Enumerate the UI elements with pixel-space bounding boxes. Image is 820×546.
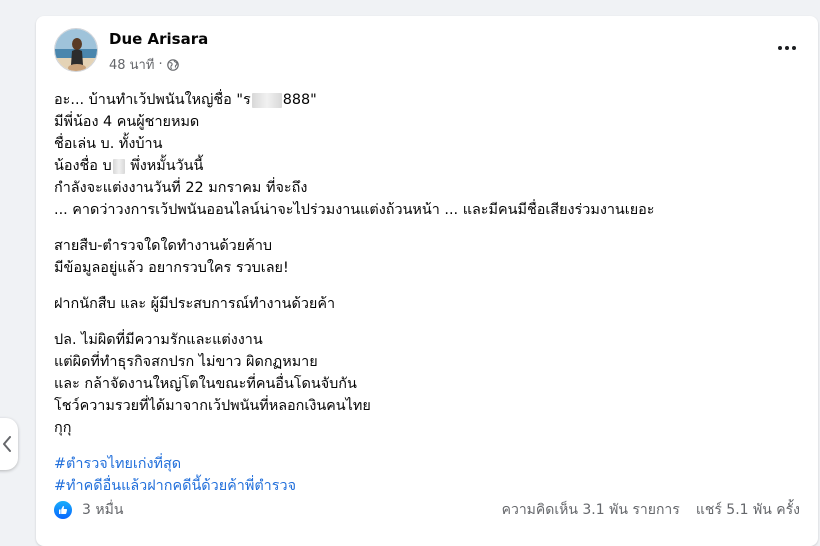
post-time[interactable]: 48 นาที: [109, 54, 154, 75]
post-card: Due Arisara 48 นาที · อะ... บ้านทำเว้ปพน…: [36, 16, 818, 546]
reaction-count[interactable]: 3 หมื่น: [82, 499, 123, 521]
chevron-left-icon: [3, 436, 11, 452]
post-line: #ทำคดีอื่นแล้วฝากคดีนี้ด้วยค้าพี่ตำรวจ: [54, 475, 804, 497]
post-text: อะ... บ้านทำเว้ปพนันใหญ่ชื่อ "ร 888" มีพี…: [54, 89, 804, 497]
post-line: มีพี่น้อง 4 คนผู้ชายหมด: [54, 114, 200, 130]
meta-separator: ·: [158, 57, 163, 72]
share-count[interactable]: แชร์ 5.1 พัน ครั้ง: [696, 499, 800, 521]
like-icon[interactable]: [54, 501, 72, 519]
post-line: #ตำรวจไทยเก่งที่สุด: [54, 453, 804, 475]
thumbs-up-icon: [59, 505, 68, 514]
globe-icon: [166, 58, 179, 71]
dot-icon: [778, 46, 782, 50]
post-line: ปล. ไม่ผิดที่มีความรักและแต่งงาน: [54, 332, 263, 348]
post-line: อะ... บ้านทำเว้ปพนันใหญ่ชื่อ "ร 888": [54, 89, 804, 111]
post-line: ... คาดว่าวงการเว้ปพนันออนไลน์น่าจะไปร่ว…: [54, 202, 655, 218]
more-options-button[interactable]: [774, 38, 800, 58]
hashtag-link[interactable]: #ตำรวจไทยเก่งที่สุด: [54, 456, 181, 472]
post-line: กุกุ: [54, 420, 72, 436]
avatar-photo-icon: [55, 29, 97, 71]
text-span: พึ่งหมั้นวันนี้: [125, 158, 204, 174]
comment-count[interactable]: ความคิดเห็น 3.1 พัน รายการ: [502, 499, 680, 521]
post-line: แต่ผิดที่ทำธุรกิจสกปรก ไม่ขาว ผิดกฏหมาย: [54, 354, 318, 370]
dot-icon: [785, 46, 789, 50]
post-line: กำลังจะแต่งงานวันที่ 22 มกราคม ที่จะถึง: [54, 180, 308, 196]
hashtag-link[interactable]: #ทำคดีอื่นแล้วฝากคดีนี้ด้วยค้าพี่ตำรวจ: [54, 478, 296, 494]
censor-blur: [251, 92, 282, 108]
author-name[interactable]: Due Arisara: [109, 30, 208, 48]
text-span: น้องชื่อ บ: [54, 158, 112, 174]
post-line: ฝากนักสืบ และ ผู้มีประสบการณ์ทำงานด้วยค้…: [54, 296, 336, 312]
censor-blur: [112, 158, 125, 174]
dot-icon: [792, 46, 796, 50]
previous-post-button[interactable]: [0, 418, 18, 470]
post-line: โชว์ความรวยที่ได้มาจากเว้ปพนันที่หลอกเงิ…: [54, 398, 371, 414]
post-line: และ กล้าจัดงานใหญ่โตในขณะที่คนอื่นโดนจับ…: [54, 376, 357, 392]
post-line: สายสืบ-ตำรวจใดใดทำงานด้วยค้าบ: [54, 238, 273, 254]
text-span: 888": [282, 92, 317, 108]
avatar[interactable]: [54, 28, 98, 72]
post-stats: 3 หมื่น ความคิดเห็น 3.1 พัน รายการ แชร์ …: [54, 498, 800, 522]
post-line: มีข้อมูลอยู่แล้ว อยากรวบใคร รวบเลย!: [54, 260, 289, 276]
engagement-counts: ความคิดเห็น 3.1 พัน รายการ แชร์ 5.1 พัน …: [502, 499, 800, 521]
text-span: อะ... บ้านทำเว้ปพนันใหญ่ชื่อ "ร: [54, 92, 251, 108]
post-meta: 48 นาที ·: [109, 54, 179, 75]
post-line: ชื่อเล่น บ. ทั้งบ้าน: [54, 136, 163, 152]
post-line: น้องชื่อ บ พึ่งหมั้นวันนี้: [54, 155, 804, 177]
